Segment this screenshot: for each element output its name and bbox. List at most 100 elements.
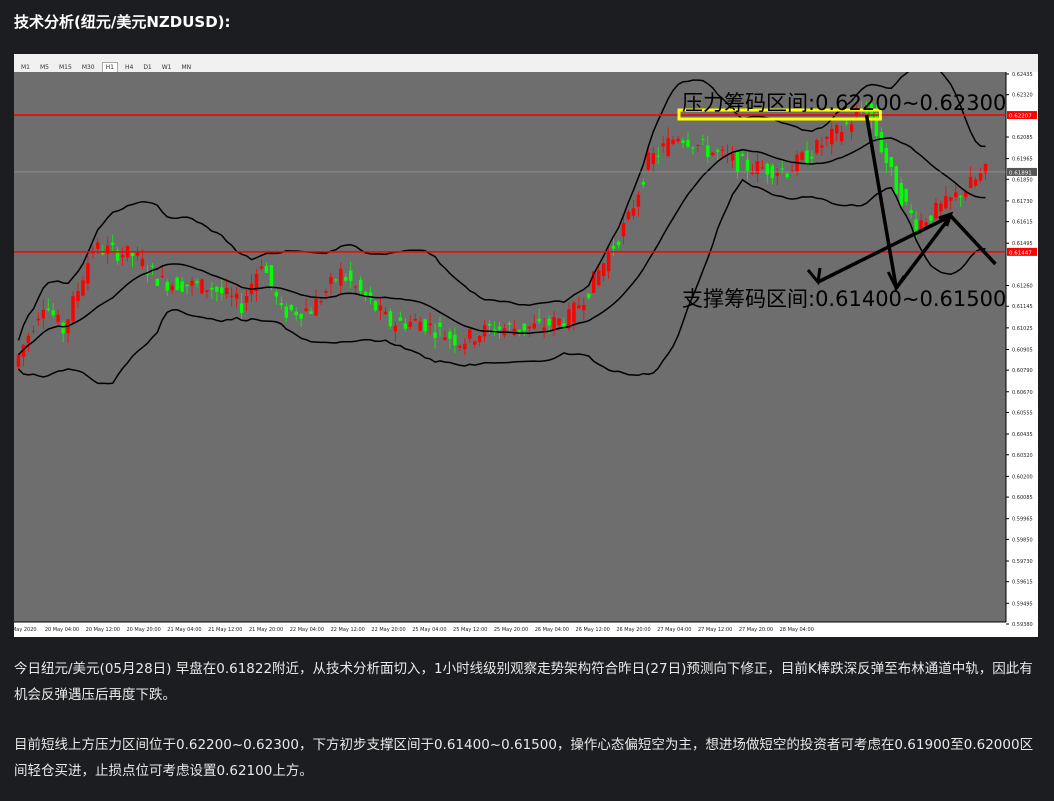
candle-body xyxy=(844,122,849,125)
price-tag-current-label: 0.61891 xyxy=(1009,170,1032,176)
candle-body xyxy=(215,286,219,292)
timeframe-toolbar: M1 M5 M15 M30 H1 H4 D1 W1 MN xyxy=(14,54,1038,74)
candle-body xyxy=(413,318,417,321)
candle-body xyxy=(334,279,338,281)
price-tick-label: 0.62435 xyxy=(1012,72,1033,78)
chart-panel: M1 M5 M15 M30 H1 H4 D1 W1 MN 0.62435 0.62320 0.620… xyxy=(4,54,1038,637)
candle-body xyxy=(646,152,651,170)
candle-body xyxy=(353,286,358,288)
candle-body xyxy=(56,314,60,323)
candle-body xyxy=(904,189,908,202)
time-tick-label: 28 May 04:00 xyxy=(780,627,814,633)
candlestick-chart: 0.62435 0.62320 0.62085 0.61965 0.61850 0.617… xyxy=(4,60,1038,637)
candle-body xyxy=(373,301,378,311)
candle-body xyxy=(339,268,343,286)
candle-body xyxy=(532,323,536,329)
candle-body xyxy=(651,153,655,165)
candle-body xyxy=(388,311,393,327)
price-tick-label: 0.62085 xyxy=(1012,135,1033,141)
time-tick-label: 20 May 04:00 xyxy=(45,627,79,633)
candle-body xyxy=(522,323,527,331)
time-tick-label: 20 May 20:00 xyxy=(126,627,160,633)
candle-body xyxy=(711,152,715,156)
time-tick-label: 20 May 12:00 xyxy=(86,627,120,633)
price-tick-label: 0.59965 xyxy=(1012,517,1033,523)
price-tick-label: 0.60905 xyxy=(1012,347,1033,353)
candle-body xyxy=(135,252,140,256)
time-tick-label: 22 May 20:00 xyxy=(371,627,405,633)
price-tick-label: 0.59495 xyxy=(1012,601,1033,607)
time-tick-label: 27 May 04:00 xyxy=(657,627,691,633)
candle-body xyxy=(765,163,770,175)
candle-body xyxy=(76,290,80,302)
candle-body xyxy=(879,132,884,153)
candle-body xyxy=(691,147,695,149)
candle-body xyxy=(924,222,928,226)
candle-body xyxy=(706,145,710,157)
candle-body xyxy=(120,255,125,258)
candle-body xyxy=(884,148,889,163)
candle-body xyxy=(686,139,690,147)
time-tick-label: 21 May 20:00 xyxy=(249,627,283,633)
candle-body xyxy=(914,219,918,233)
time-tick-label: 26 May 20:00 xyxy=(616,627,650,633)
candle-body xyxy=(438,322,442,327)
price-tick-label: 0.60435 xyxy=(1012,432,1033,438)
candle-body xyxy=(130,252,135,256)
candle-body xyxy=(244,296,249,303)
candle-body xyxy=(403,323,408,329)
price-tick-label: 0.59380 xyxy=(1012,622,1033,628)
candle-body xyxy=(383,311,388,315)
candle-body xyxy=(582,305,586,311)
time-tick-label: 22 May 12:00 xyxy=(331,627,365,633)
candle-body xyxy=(423,319,427,332)
candle-body xyxy=(968,176,973,188)
candle-body xyxy=(234,293,239,299)
candle-body xyxy=(820,145,824,148)
candle-body xyxy=(805,150,809,163)
candle-body xyxy=(284,306,289,318)
price-tick-label: 0.61965 xyxy=(1012,157,1033,163)
candle-body xyxy=(636,194,641,207)
price-tick-label: 0.60085 xyxy=(1012,495,1033,501)
candle-body xyxy=(889,157,894,168)
candle-body xyxy=(894,166,898,195)
candle-body xyxy=(329,276,333,284)
candle-body xyxy=(259,266,264,269)
price-tick-label: 0.61615 xyxy=(1012,220,1033,226)
candle-body xyxy=(170,285,174,291)
candle-body xyxy=(220,287,224,294)
candle-body xyxy=(324,291,328,293)
candle-body xyxy=(269,265,274,287)
candle-body xyxy=(810,156,814,159)
price-chart[interactable]: 0.62435 0.62320 0.62085 0.61965 0.61850 0.617… xyxy=(4,60,1038,637)
candle-body xyxy=(86,263,90,284)
candle-body xyxy=(294,311,298,316)
candle-body xyxy=(180,281,184,292)
candle-body xyxy=(200,279,204,294)
candle-body xyxy=(472,341,477,345)
candle-body xyxy=(934,202,938,219)
candle-body xyxy=(750,172,755,174)
candle-body xyxy=(96,242,100,249)
candle-body xyxy=(929,215,933,221)
candle-body xyxy=(16,354,21,367)
candle-body xyxy=(626,211,631,220)
candle-body xyxy=(443,337,447,341)
time-tick-label: 21 May 04:00 xyxy=(167,627,201,633)
candle-body xyxy=(398,317,403,321)
price-tick-label: 0.61495 xyxy=(1012,241,1033,247)
candle-body xyxy=(418,321,422,331)
candle-body xyxy=(51,310,55,316)
candle-body xyxy=(487,323,492,326)
price-tick-label: 0.61025 xyxy=(1012,326,1033,332)
candle-body xyxy=(641,182,646,185)
time-tick-label: 20 May 2020 xyxy=(14,627,37,633)
candle-body xyxy=(463,343,467,350)
plot-background xyxy=(14,72,1006,622)
candle-body xyxy=(507,323,512,325)
candle-body xyxy=(140,258,145,267)
candle-body xyxy=(165,282,169,291)
candle-body xyxy=(780,168,784,170)
candle-body xyxy=(596,270,601,286)
